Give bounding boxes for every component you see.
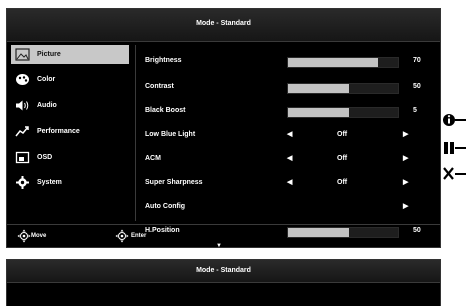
black-boost-slider[interactable] <box>287 107 399 118</box>
sidebar-item-label: OSD <box>37 154 53 161</box>
menu-title: Mode - Standard <box>7 260 440 283</box>
footer-enter-label: Enter <box>131 233 147 239</box>
sidebar-item-label: Performance <box>37 128 80 135</box>
arrow-right-icon[interactable]: ▶ <box>403 202 408 210</box>
sidebar-item-osd[interactable]: OSD <box>11 148 129 167</box>
sidebar-item-system[interactable]: System <box>11 173 129 192</box>
sidebar-item-audio[interactable]: Audio <box>11 96 129 115</box>
setting-brightness[interactable]: Brightness 70 <box>139 51 435 71</box>
slider-fill <box>288 108 349 117</box>
setting-value: 50 <box>413 83 421 90</box>
setting-value: 70 <box>413 57 421 64</box>
sidebar-item-label: Color <box>37 76 56 83</box>
setting-label: Low Blue Light <box>145 131 196 138</box>
osd-icon <box>15 151 30 164</box>
gear-icon <box>16 176 29 189</box>
picture-icon <box>15 48 30 61</box>
brightness-slider[interactable] <box>287 57 399 68</box>
setting-label: Auto Config <box>145 203 186 210</box>
sidebar-item-label: Audio <box>37 102 57 109</box>
info-icon[interactable] <box>442 110 466 130</box>
speaker-icon <box>16 100 29 111</box>
arrow-left-icon[interactable]: ◀ <box>287 178 292 186</box>
palette-icon <box>16 74 29 85</box>
sidebar-item-performance[interactable]: Performance <box>11 122 129 141</box>
settings-list: Brightness 70 Contrast 50 Black Boost 5 … <box>139 45 435 221</box>
setting-label: Black Boost <box>145 107 186 114</box>
sidebar: Picture Color Audio Performance OSD Syst… <box>11 45 131 221</box>
setting-label: ACM <box>145 155 161 162</box>
setting-label: Contrast <box>145 83 174 90</box>
arrow-right-icon[interactable]: ▶ <box>403 178 408 186</box>
footer-move-label: Move <box>31 233 47 239</box>
osd-menu-secondary: Mode - Standard <box>6 259 441 306</box>
setting-acm[interactable]: ACM ◀ Off ▶ <box>139 149 435 169</box>
setting-value: 5 <box>413 107 417 114</box>
setting-value: Off <box>337 155 348 162</box>
arrow-left-icon[interactable]: ◀ <box>287 154 292 162</box>
hotkey-guide <box>442 110 466 184</box>
slider-fill <box>288 84 349 93</box>
input-icon[interactable] <box>442 138 466 158</box>
footer: Move Enter <box>7 224 440 247</box>
dpad-enter-icon <box>115 229 129 243</box>
sidebar-item-label: Picture <box>37 51 61 58</box>
performance-icon <box>15 126 29 137</box>
setting-contrast[interactable]: Contrast 50 <box>139 77 435 97</box>
setting-low-blue-light[interactable]: Low Blue Light ◀ Off ▶ <box>139 125 435 145</box>
setting-value: Off <box>337 131 348 138</box>
arrow-left-icon[interactable]: ◀ <box>287 130 292 138</box>
menu-title: Mode - Standard <box>7 9 440 42</box>
slider-fill <box>288 58 379 67</box>
contrast-slider[interactable] <box>287 83 399 94</box>
setting-label: Super Sharpness <box>145 179 203 186</box>
sidebar-item-picture[interactable]: Picture <box>11 45 129 64</box>
osd-menu: Mode - Standard Picture Color Audio Perf… <box>6 8 441 249</box>
dpad-move-icon <box>17 229 31 243</box>
setting-super-sharpness[interactable]: Super Sharpness ◀ Off ▶ <box>139 173 435 193</box>
sidebar-item-color[interactable]: Color <box>11 70 129 89</box>
setting-value: Off <box>337 179 348 186</box>
sidebar-item-label: System <box>37 179 62 186</box>
setting-auto-config[interactable]: Auto Config ▶ <box>139 197 435 217</box>
setting-label: Brightness <box>145 57 182 64</box>
divider <box>135 45 136 221</box>
close-icon[interactable] <box>442 164 466 184</box>
setting-black-boost[interactable]: Black Boost 5 <box>139 101 435 121</box>
arrow-right-icon[interactable]: ▶ <box>403 154 408 162</box>
arrow-right-icon[interactable]: ▶ <box>403 130 408 138</box>
